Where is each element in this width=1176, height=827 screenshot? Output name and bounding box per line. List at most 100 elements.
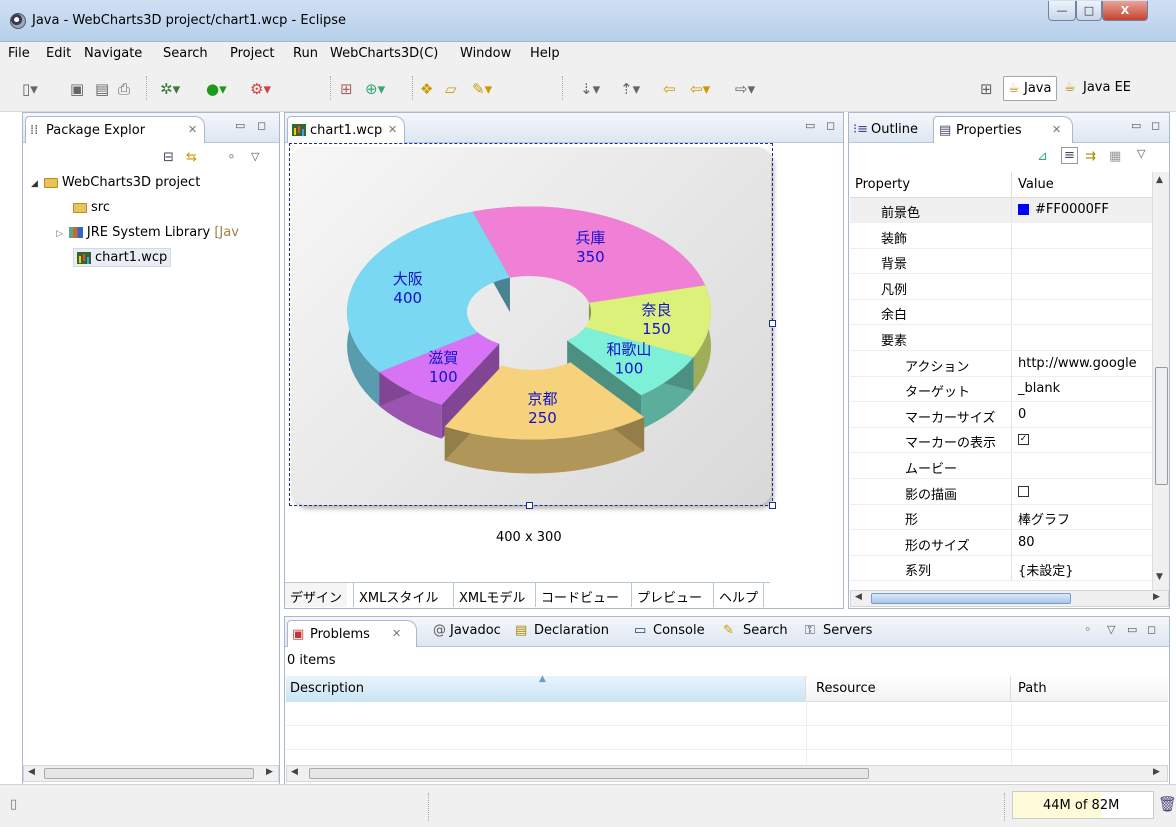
property-row[interactable]: マーカーの表示 ✓ (850, 428, 1152, 454)
minimize-view-icon[interactable]: ▭ (235, 119, 245, 132)
open-type-icon[interactable]: ❖ (420, 80, 433, 98)
menu-navigate[interactable]: Navigate (84, 46, 142, 61)
problems-hscrollbar[interactable]: ◀ ▶ (286, 765, 1168, 782)
search-toolbar-icon[interactable]: ✎▾ (472, 80, 492, 98)
menu-run[interactable]: Run (293, 46, 318, 61)
tab-properties[interactable]: ▤ Properties ✕ (933, 116, 1073, 143)
minimize-properties-icon[interactable]: ▭ (1131, 119, 1141, 132)
tab-outline[interactable]: Outline (871, 122, 918, 137)
property-row[interactable]: 形 棒グラフ (850, 505, 1152, 531)
debug-icon[interactable]: ✲▾ (160, 80, 180, 98)
tab-search[interactable]: Search (743, 623, 788, 638)
column-path[interactable]: Path (1011, 676, 1168, 702)
open-folder-icon[interactable]: ▱ (445, 80, 457, 98)
tab-code-view[interactable]: コードビュー (535, 583, 624, 607)
property-checkbox[interactable]: ✓ (1018, 434, 1029, 446)
maximize-problems-icon[interactable]: ◻ (1147, 623, 1156, 636)
properties-view-menu-icon[interactable]: ▽ (1137, 147, 1145, 160)
close-tab-icon[interactable]: ✕ (188, 123, 197, 136)
properties-vscrollbar[interactable]: ▲ ▼ (1152, 172, 1169, 590)
maximize-editor-icon[interactable]: ◻ (826, 119, 835, 132)
close-properties-icon[interactable]: ✕ (1052, 123, 1061, 136)
tab-console[interactable]: Console (653, 623, 705, 638)
property-row[interactable]: ムービー (850, 454, 1152, 479)
next-annotation-icon[interactable]: ⇣▾ (580, 80, 600, 98)
save-icon[interactable]: ▣ (70, 80, 84, 98)
tab-chart1-editor[interactable]: chart1.wcp ✕ (287, 116, 405, 143)
menu-help[interactable]: Help (530, 46, 560, 61)
tab-package-explorer[interactable]: ⁞⁞ Package Explor ✕ (25, 116, 205, 143)
tab-problems[interactable]: ▣ Problems ✕ (287, 620, 417, 647)
heap-status[interactable]: 44M of 82M (1012, 791, 1154, 819)
minimize-button[interactable]: — (1048, 1, 1076, 21)
menu-search[interactable]: Search (163, 46, 208, 61)
problems-view-menu-icon[interactable]: ▽ (1107, 623, 1115, 636)
resize-handle-corner[interactable] (769, 502, 776, 509)
property-row[interactable]: ターゲット _blank (850, 377, 1152, 403)
advanced-icon[interactable]: ⇉ (1085, 149, 1096, 164)
filters-icon[interactable]: ⚬ (226, 150, 237, 165)
open-perspective-icon[interactable]: ⊞ (980, 80, 993, 98)
forward-icon[interactable]: ⇨▾ (735, 80, 755, 98)
property-row[interactable]: 凡例 (850, 274, 1152, 300)
property-row[interactable]: マーカーサイズ 0 (850, 402, 1152, 428)
menu-window[interactable]: Window (460, 46, 511, 61)
property-row[interactable]: 形のサイズ 80 (850, 530, 1152, 556)
property-row[interactable]: 余白 (850, 300, 1152, 326)
problems-filter-icon[interactable]: ⚬ (1083, 623, 1092, 636)
resize-handle-bottom[interactable] (526, 502, 533, 509)
tab-xml-style[interactable]: XMLスタイル (353, 583, 443, 607)
new-wizard-icon[interactable]: ▯▾ (22, 80, 38, 98)
link-with-editor-icon[interactable]: ⇆ (186, 150, 197, 165)
run-icon[interactable]: ●▾ (206, 80, 227, 98)
property-row[interactable]: 前景色 #FF0000FF (850, 198, 1152, 223)
property-row[interactable]: 背景 (850, 249, 1152, 275)
collapse-all-icon[interactable]: ⊟ (163, 150, 174, 165)
close-editor-icon[interactable]: ✕ (388, 123, 397, 136)
garbage-collect-icon[interactable]: 🗑 (1158, 795, 1176, 813)
java-perspective-button[interactable]: ☕ Java (1003, 76, 1057, 101)
menu-project[interactable]: Project (230, 46, 274, 61)
external-tools-icon[interactable]: ⚙▾ (250, 80, 271, 98)
tree-item-chart1[interactable]: chart1.wcp (73, 248, 172, 267)
menu-edit[interactable]: Edit (46, 46, 71, 61)
property-row[interactable]: 要素 (850, 326, 1152, 351)
minimize-problems-icon[interactable]: ▭ (1127, 623, 1137, 636)
tab-preview[interactable]: プレビュー (631, 583, 707, 607)
restore-default-icon[interactable]: ▦ (1109, 149, 1121, 164)
package-explorer-hscrollbar[interactable]: ◀ ▶ (23, 765, 279, 782)
pin-icon[interactable]: ⊿ (1037, 149, 1048, 164)
tab-xml-model[interactable]: XMLモデル (453, 583, 530, 607)
fast-view-icon[interactable]: ▯ (10, 797, 17, 812)
tree-item-project[interactable]: ◢ WebCharts3D project (31, 175, 200, 190)
property-row[interactable]: アクション http://www.google (850, 351, 1152, 377)
menu-file[interactable]: File (8, 46, 30, 61)
new-java-package-icon[interactable]: ⊞ (340, 80, 353, 98)
tab-design[interactable]: デザイン (285, 583, 348, 607)
maximize-properties-icon[interactable]: ◻ (1151, 119, 1160, 132)
close-problems-icon[interactable]: ✕ (392, 627, 401, 640)
new-java-class-icon[interactable]: ⊕▾ (365, 80, 385, 98)
property-checkbox[interactable] (1018, 485, 1029, 497)
tree-item-jre[interactable]: ▷ JRE System Library [Jav (56, 225, 239, 240)
back-icon[interactable]: ⇦▾ (690, 80, 710, 98)
print-icon[interactable]: ⎙ (118, 80, 130, 98)
view-menu-icon[interactable]: ▽ (251, 150, 259, 163)
close-button[interactable]: X (1102, 1, 1148, 21)
property-row[interactable]: 装飾 (850, 223, 1152, 249)
tab-servers[interactable]: Servers (823, 623, 872, 638)
tab-declaration[interactable]: Declaration (534, 623, 609, 638)
prev-annotation-icon[interactable]: ⇡▾ (620, 80, 640, 98)
tree-item-src[interactable]: src (73, 200, 110, 215)
property-row[interactable]: 影の描画 (850, 479, 1152, 505)
menu-webcharts3d[interactable]: WebCharts3D(C) (330, 46, 438, 61)
tab-help[interactable]: ヘルプ (713, 583, 765, 607)
column-description[interactable]: Description ▲ (286, 674, 806, 702)
tab-javadoc[interactable]: Javadoc (450, 623, 501, 638)
save-all-icon[interactable]: ▤ (95, 80, 109, 98)
categories-icon[interactable]: ≡ (1061, 147, 1078, 164)
column-resource[interactable]: Resource (806, 676, 1011, 702)
properties-hscrollbar[interactable]: ◀ ▶ (850, 590, 1169, 607)
minimize-editor-icon[interactable]: ▭ (805, 119, 815, 132)
property-row[interactable]: 系列 {未設定} (850, 556, 1152, 582)
